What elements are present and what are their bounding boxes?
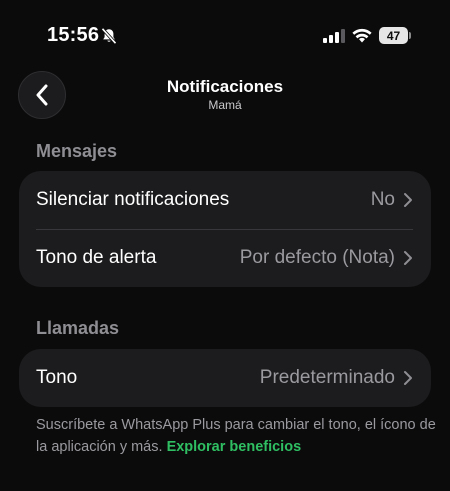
row-value: No: [370, 189, 395, 210]
page-subtitle: Mamá: [208, 98, 242, 112]
section-title-mensajes: Mensajes: [36, 141, 118, 161]
row-label: Tono: [36, 367, 78, 388]
upgrade-note: Suscríbete a WhatsApp Plus para cambiar …: [36, 414, 436, 458]
row-divider: [36, 229, 413, 230]
row-label: Silenciar notificaciones: [36, 189, 230, 210]
chevron-right-icon: [404, 371, 412, 385]
page-title: Notificaciones: [166, 77, 284, 96]
row-value: Por defecto (Nota): [239, 247, 395, 268]
alert-tone-row[interactable]: Tono de alerta Por defecto (Nota): [19, 229, 431, 287]
chevron-right-icon: [404, 251, 412, 265]
battery-tip: [409, 32, 411, 39]
signal-icon: [323, 29, 345, 43]
battery-level: 47: [379, 27, 408, 44]
notifications-screen: 15:56 47 Notificaciones Mamá Mensajes Si…: [0, 0, 450, 491]
battery-icon: 47: [379, 27, 411, 44]
row-label: Tono de alerta: [36, 247, 157, 268]
section-title-llamadas: Llamadas: [36, 318, 120, 338]
mute-notifications-row[interactable]: Silenciar notificaciones No: [19, 171, 431, 229]
status-bar: 15:56 47: [0, 0, 450, 72]
row-value: Predeterminado: [259, 367, 395, 388]
status-time: 15:56: [47, 24, 100, 46]
call-ringtone-row[interactable]: Tono Predeterminado: [19, 349, 431, 407]
chevron-right-icon: [404, 193, 412, 207]
mensajes-card: Silenciar notificaciones No Tono de aler…: [19, 171, 431, 287]
explore-benefits-link[interactable]: Explorar beneficios: [167, 439, 302, 455]
wifi-icon: [352, 28, 372, 43]
bell-off-icon: [101, 27, 117, 45]
llamadas-card: Tono Predeterminado: [19, 349, 431, 407]
